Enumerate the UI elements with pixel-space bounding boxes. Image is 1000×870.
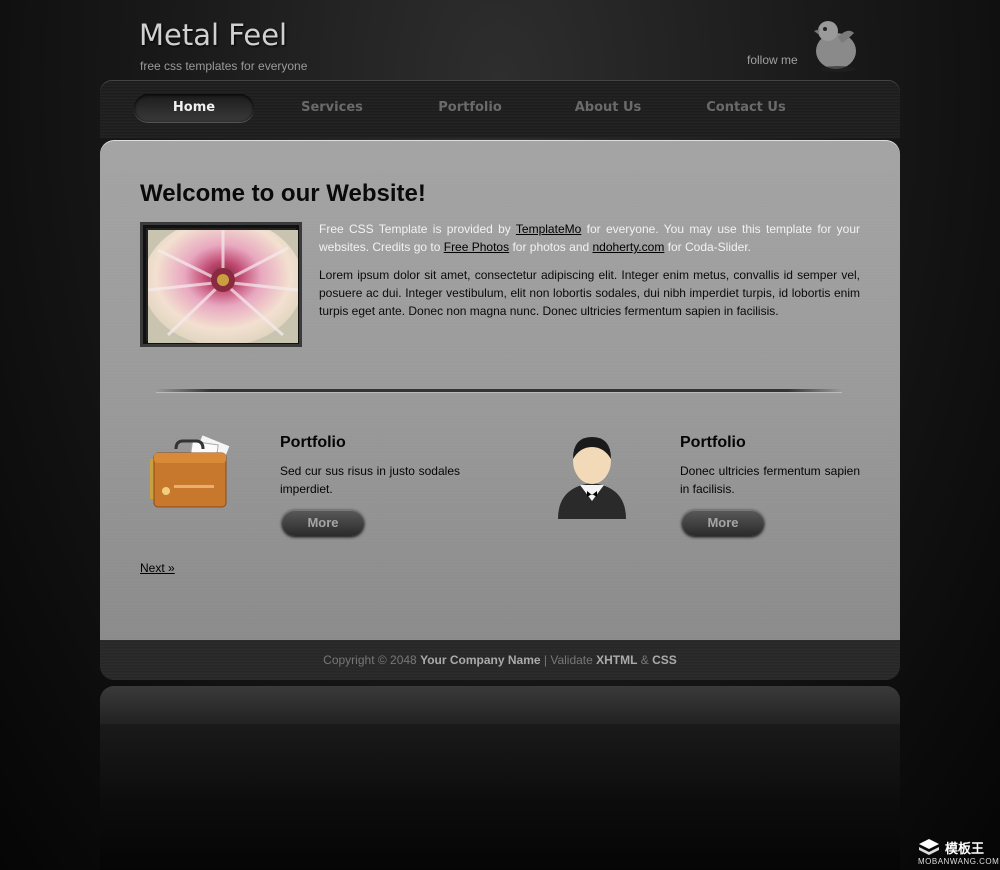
- watermark-url: MOBANWANG.COM: [918, 857, 1000, 866]
- nav-item-home[interactable]: Home: [134, 94, 254, 122]
- copyright-text: Copyright © 2048: [323, 653, 421, 667]
- section-divider: [156, 389, 842, 393]
- intro-paragraph: Free CSS Template is provided by Templat…: [319, 220, 860, 256]
- portfolio-title-1: Portfolio: [280, 434, 346, 451]
- follow-me-label: follow me: [747, 53, 798, 67]
- more-button-1[interactable]: More: [282, 510, 364, 536]
- twitter-bird-icon[interactable]: [808, 17, 860, 73]
- templatemo-link[interactable]: TemplateMo: [516, 222, 581, 236]
- site-tagline: free css templates for everyone: [140, 59, 308, 73]
- content-panel: Welcome to our Website! Free CSS Templat…: [100, 140, 900, 640]
- footer-separator: | Validate: [540, 653, 597, 667]
- site-title: Metal Feel: [139, 18, 288, 52]
- panel-reflection: [100, 686, 900, 870]
- watermark-logo-icon: [919, 839, 939, 855]
- main-nav: Home Services Portfolio About Us Contact…: [100, 80, 900, 138]
- intro-text-3: for photos and: [509, 240, 593, 254]
- footer-amp: &: [637, 653, 653, 667]
- free-photos-link[interactable]: Free Photos: [444, 240, 509, 254]
- portfolio-text-2: Donec ultricies fermentum sapien in faci…: [680, 464, 860, 496]
- briefcase-icon: [150, 435, 231, 508]
- nav-item-about-us[interactable]: About Us: [548, 94, 668, 122]
- reflection-band: [100, 686, 900, 724]
- person-icon: [558, 437, 626, 519]
- page-heading: Welcome to our Website!: [140, 180, 426, 207]
- nav-item-services[interactable]: Services: [272, 94, 392, 122]
- footer: Copyright © 2048 Your Company Name | Val…: [100, 640, 900, 680]
- watermark-brand: 模板王: [945, 841, 985, 856]
- next-link[interactable]: Next »: [140, 561, 175, 575]
- portfolio-text-1: Sed cur sus risus in justo sodales imper…: [280, 464, 460, 496]
- ndoherty-link[interactable]: ndoherty.com: [593, 240, 665, 254]
- company-name-link[interactable]: Your Company Name: [420, 653, 540, 667]
- intro-text-1: Free CSS Template is provided by: [319, 222, 516, 236]
- nav-item-contact-us[interactable]: Contact Us: [686, 94, 806, 122]
- xhtml-link[interactable]: XHTML: [596, 653, 637, 667]
- intro-text-4: for Coda-Slider.: [664, 240, 752, 254]
- photo-frame: [140, 222, 302, 347]
- css-link[interactable]: CSS: [652, 653, 677, 667]
- lorem-paragraph: Lorem ipsum dolor sit amet, consectetur …: [319, 268, 860, 318]
- more-button-2[interactable]: More: [682, 510, 764, 536]
- portfolio-title-2: Portfolio: [680, 434, 746, 451]
- flower-photo: [148, 230, 298, 343]
- nav-item-portfolio[interactable]: Portfolio: [410, 94, 530, 122]
